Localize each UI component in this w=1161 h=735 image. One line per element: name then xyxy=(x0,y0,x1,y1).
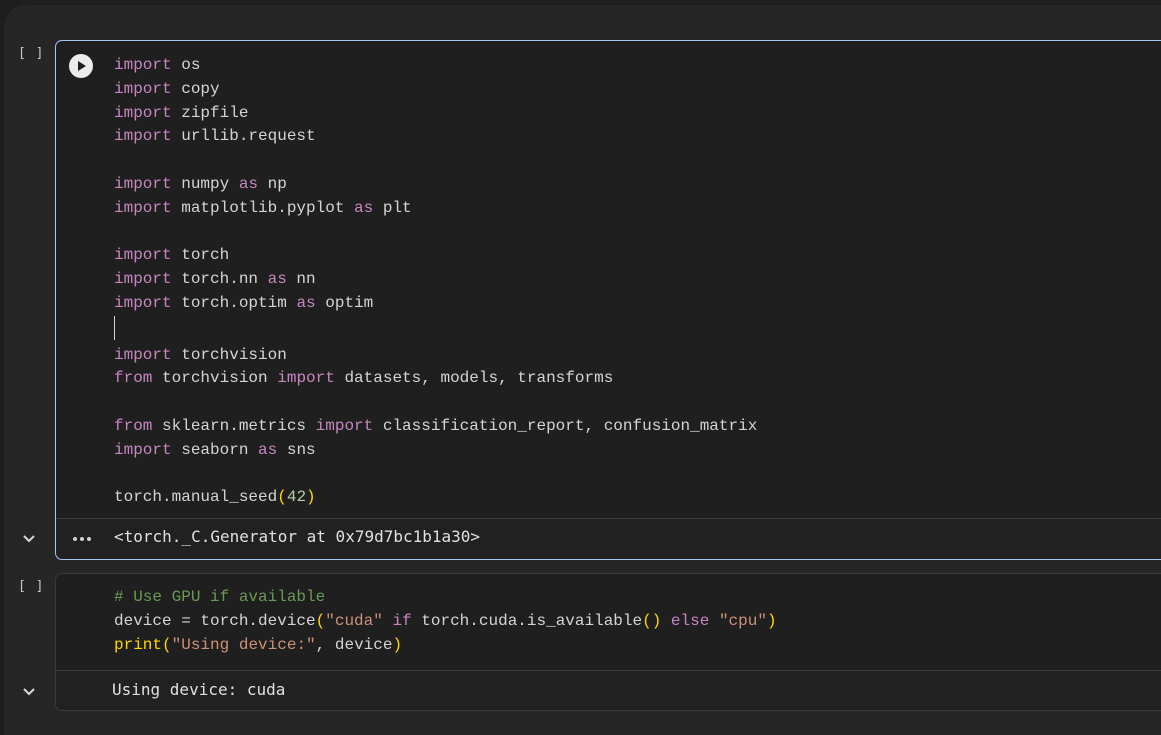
code-token: import xyxy=(114,246,172,265)
code-line[interactable]: import torch.nn as nn xyxy=(114,270,316,288)
cell-output: Using device: cuda xyxy=(56,671,1161,710)
code-token: datasets, models, transforms xyxy=(334,369,614,388)
code-token: ) xyxy=(392,635,403,654)
code-token: () xyxy=(642,611,662,630)
code-token: ( xyxy=(315,611,326,630)
code-token: torch.nn xyxy=(171,270,268,289)
code-token: ( xyxy=(277,488,287,507)
code-token: torch.optim xyxy=(171,293,297,312)
code-line[interactable]: import matplotlib.pyplot as plt xyxy=(114,199,412,217)
code-token: "Using device:" xyxy=(171,635,316,654)
code-line[interactable]: import torchvision xyxy=(114,346,287,364)
code-token: torch.cuda.is_available xyxy=(411,611,643,630)
code-line[interactable]: import zipfile xyxy=(114,104,248,122)
code-token: import xyxy=(114,127,172,146)
code-token: as xyxy=(238,174,259,193)
cell-output: <torch._C.Generator at 0x79d7bc1b1a30> xyxy=(56,519,1161,559)
code-token: # Use GPU if available xyxy=(114,588,326,606)
code-token: import xyxy=(114,293,172,312)
code-token: optim xyxy=(315,293,374,312)
code-token: matplotlib.pyplot xyxy=(171,198,355,217)
code-token: import xyxy=(114,440,172,459)
code-token: as xyxy=(296,293,316,312)
code-token: import xyxy=(114,198,172,217)
code-line[interactable]: import urllib.request xyxy=(114,127,316,145)
code-line[interactable] xyxy=(114,315,115,340)
code-line[interactable]: import copy xyxy=(114,80,220,98)
code-token: print xyxy=(114,635,163,654)
code-token: seaborn xyxy=(171,440,259,459)
code-token: copy xyxy=(171,79,220,98)
code-token: "cpu" xyxy=(718,611,767,630)
code-token: else xyxy=(670,611,710,630)
code-token: torchvision xyxy=(152,369,278,388)
code-token: ( xyxy=(162,635,172,654)
code-token: as xyxy=(258,440,278,459)
code-token: numpy xyxy=(171,174,239,193)
code-token: from xyxy=(114,369,153,388)
code-cell[interactable]: import os import copy import zipfile imp… xyxy=(55,40,1161,560)
code-token: torchvision xyxy=(171,345,287,364)
code-token: 42 xyxy=(286,488,307,507)
code-token: if xyxy=(392,611,412,630)
code-token: nn xyxy=(286,270,316,289)
code-token: import xyxy=(114,270,172,289)
output-text: <torch._C.Generator at 0x79d7bc1b1a30> xyxy=(114,527,481,546)
chevron-down-icon[interactable] xyxy=(20,531,38,545)
code-token: plt xyxy=(373,198,412,217)
code-token: sns xyxy=(277,440,316,459)
code-token: from xyxy=(114,416,153,435)
code-line[interactable]: from torchvision import datasets, models… xyxy=(114,369,613,387)
code-token: import xyxy=(114,103,172,122)
cell-execution-count: [ ] xyxy=(18,46,45,61)
code-token: as xyxy=(267,270,287,289)
code-line[interactable]: import torch xyxy=(114,246,229,264)
code-line[interactable]: device = torch.device("cuda" if torch.cu… xyxy=(114,612,777,630)
more-dots-icon[interactable] xyxy=(73,536,91,542)
code-token: torch xyxy=(171,246,230,265)
code-token: import xyxy=(114,79,172,98)
code-token: , device xyxy=(315,635,393,654)
code-token: import xyxy=(114,174,172,193)
code-token: np xyxy=(258,174,287,193)
code-token: import xyxy=(315,416,374,435)
code-token: as xyxy=(354,198,374,217)
code-line[interactable]: import os xyxy=(114,56,200,74)
code-token: import xyxy=(114,56,172,74)
code-token: "cuda" xyxy=(325,611,383,630)
code-line[interactable]: from sklearn.metrics import classificati… xyxy=(114,417,757,435)
code-token: sklearn.metrics xyxy=(152,416,316,435)
code-editor[interactable]: import os import copy import zipfile imp… xyxy=(114,54,757,510)
code-token: torch.manual_seed xyxy=(114,488,278,507)
code-token: ) xyxy=(766,611,777,630)
code-cell[interactable]: # Use GPU if available device = torch.de… xyxy=(55,573,1161,711)
code-line[interactable]: print("Using device:", device) xyxy=(114,636,402,654)
code-token: ) xyxy=(306,488,316,507)
code-token: import xyxy=(114,345,172,364)
cell-execution-count: [ ] xyxy=(18,579,45,594)
code-token: device = torch.device xyxy=(114,611,316,630)
code-token: urllib.request xyxy=(171,127,316,146)
code-token: classification_report, confusion_matrix xyxy=(373,416,758,435)
code-token: zipfile xyxy=(171,103,249,122)
output-text: Using device: cuda xyxy=(112,680,286,699)
code-token: os xyxy=(171,56,201,74)
text-cursor xyxy=(114,315,115,340)
chevron-down-icon[interactable] xyxy=(20,684,38,698)
code-line[interactable]: # Use GPU if available xyxy=(114,588,325,606)
code-line[interactable]: import torch.optim as optim xyxy=(114,294,373,312)
code-token: import xyxy=(277,369,335,388)
play-icon[interactable] xyxy=(69,54,93,78)
code-editor[interactable]: # Use GPU if available device = torch.de… xyxy=(114,586,777,657)
code-line[interactable]: import seaborn as sns xyxy=(114,441,316,459)
code-line[interactable]: torch.manual_seed(42) xyxy=(114,488,316,506)
code-line[interactable]: import numpy as np xyxy=(114,175,287,193)
